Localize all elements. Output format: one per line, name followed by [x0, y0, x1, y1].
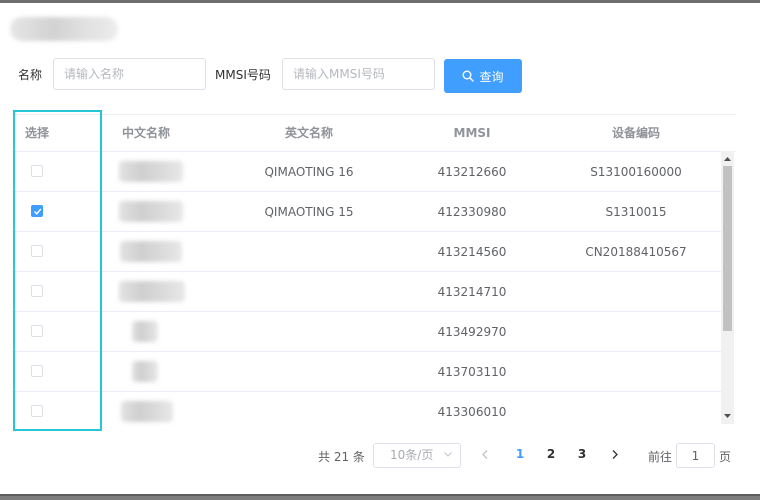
table-row[interactable]: 413306010 [12, 392, 722, 427]
name-label: 名称 [18, 68, 43, 82]
cell-mmsi: 413703110 [437, 365, 507, 379]
cell-device-code [556, 352, 716, 392]
cn-name-redacted [119, 201, 183, 222]
chevron-left-icon [482, 450, 488, 459]
scroll-down-arrow-icon[interactable] [721, 410, 734, 422]
mmsi-input[interactable] [282, 58, 435, 90]
cell-mmsi: 413306010 [437, 405, 507, 419]
name-input[interactable] [53, 58, 206, 90]
goto-label: 前往 [648, 450, 673, 464]
cell-en-name [209, 312, 409, 352]
table-row[interactable]: 413214560 CN20188410567 [12, 232, 722, 272]
cn-name-redacted [119, 161, 183, 182]
row-select-checkbox[interactable] [31, 165, 43, 177]
table-scrollbar[interactable] [721, 151, 734, 424]
row-select-checkbox[interactable] [31, 285, 43, 297]
header-en-name: 英文名称 [284, 126, 333, 140]
table-header: 选择 中文名称 英文名称 MMSI 设备编码 [12, 115, 736, 152]
table-body: QIMAOTING 16 413212660 S13100160000 QIMAOTI… [12, 152, 722, 427]
page-3-button[interactable]: 3 [571, 442, 593, 467]
mmsi-label: MMSI号码 [215, 68, 271, 82]
pagination-total: 共 21 条 [318, 450, 365, 464]
scroll-thumb[interactable] [723, 166, 732, 331]
table-row[interactable]: 413703110 [12, 352, 722, 392]
header-cn-name: 中文名称 [122, 126, 171, 140]
dialog-title-redacted [10, 17, 118, 41]
page-suffix-label: 页 [719, 450, 732, 464]
cell-device-code: S1310015 [605, 205, 667, 219]
cell-en-name: QIMAOTING 15 [264, 205, 354, 219]
query-button-label: 查询 [479, 69, 504, 84]
scroll-up-arrow-icon[interactable] [721, 153, 734, 165]
page-size-value: 10条/页 [390, 448, 434, 462]
cn-name-redacted [121, 401, 173, 422]
cell-mmsi: 413214560 [437, 245, 507, 259]
cn-name-redacted [132, 321, 158, 342]
cn-name-redacted [132, 361, 158, 382]
cell-mmsi: 413214710 [437, 285, 507, 299]
cell-device-code [556, 312, 716, 352]
ship-table: 选择 中文名称 英文名称 MMSI 设备编码 QIMAOTING 16 41321… [12, 114, 736, 426]
search-icon [462, 70, 475, 82]
header-select: 选择 [25, 126, 50, 140]
prev-page-button[interactable] [474, 442, 496, 467]
next-page-button[interactable] [604, 442, 626, 467]
cell-device-code: S13100160000 [590, 165, 682, 179]
table-row[interactable]: QIMAOTING 16 413212660 S13100160000 [12, 152, 722, 192]
cell-mmsi: 413212660 [437, 165, 507, 179]
query-button[interactable]: 查询 [444, 59, 522, 93]
cell-device-code: CN20188410567 [585, 245, 687, 259]
row-select-checkbox[interactable] [31, 365, 43, 377]
chevron-down-icon [444, 452, 452, 457]
page-size-select[interactable]: 10条/页 [373, 443, 461, 468]
goto-page-input[interactable] [676, 443, 715, 468]
cell-en-name [209, 232, 409, 272]
cell-en-name: QIMAOTING 16 [264, 165, 354, 179]
page-1-button[interactable]: 1 [509, 442, 531, 467]
table-row[interactable]: 413214710 [12, 272, 722, 312]
row-select-checkbox[interactable] [31, 245, 43, 257]
cell-mmsi: 412330980 [437, 205, 507, 219]
header-device-code: 设备编码 [611, 126, 660, 140]
header-mmsi: MMSI [453, 126, 491, 140]
cell-en-name [209, 392, 409, 427]
row-select-checkbox[interactable] [31, 405, 43, 417]
check-icon [34, 208, 42, 215]
cell-device-code [556, 272, 716, 312]
row-select-checkbox[interactable] [31, 205, 43, 217]
table-row[interactable]: QIMAOTING 15 412330980 S1310015 [12, 192, 722, 232]
cn-name-redacted [120, 241, 182, 262]
row-select-checkbox[interactable] [31, 325, 43, 337]
page-2-button[interactable]: 2 [540, 442, 562, 467]
table-row[interactable]: 413492970 [12, 312, 722, 352]
cell-en-name [209, 272, 409, 312]
cell-device-code [556, 392, 716, 427]
cn-name-redacted [119, 281, 185, 302]
cell-en-name [209, 352, 409, 392]
cell-mmsi: 413492970 [437, 325, 507, 339]
chevron-right-icon [612, 450, 618, 459]
